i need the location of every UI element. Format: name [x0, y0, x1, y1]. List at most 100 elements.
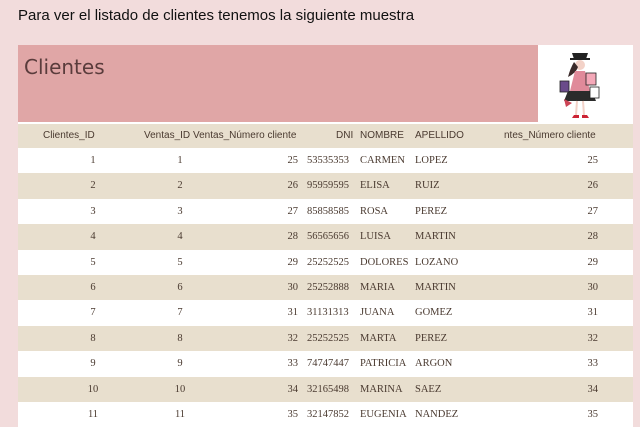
cell-dni: 53535353	[307, 155, 349, 166]
table-row: 7 7 31 31131313 JUANA GOMEZ 31	[18, 300, 633, 325]
cell-ntes-numero-cliente: 31	[587, 307, 599, 319]
table-row: 8 8 32 25252525 MARTA PEREZ 32	[18, 325, 633, 352]
cell-apellido: LOPEZ	[415, 155, 448, 166]
cell-apellido: GOMEZ	[415, 307, 453, 319]
cell-apellido: NANDEZ	[415, 409, 459, 420]
cell-dni: 31131313	[307, 307, 349, 319]
cell-ventas-id: 2	[177, 180, 183, 192]
cell-ventas-id: 6	[177, 282, 183, 293]
cell-ventas-numero-cliente: 32	[287, 332, 299, 344]
cell-clientes-id: 1	[90, 155, 96, 166]
cell-clientes-id: 11	[87, 409, 99, 420]
cell-ventas-id: 4	[177, 231, 183, 243]
cell-nombre: CARMEN	[360, 155, 405, 166]
table-row: 10 10 34 32165498 MARINA SAEZ 34	[18, 376, 633, 402]
cell-nombre: DOLORES	[360, 256, 409, 268]
column-header-clientes-id: Clientes_ID	[43, 130, 95, 141]
column-header-ventas-numero-cliente: Ventas_Número cliente	[193, 130, 297, 141]
cell-ntes-numero-cliente: 27	[587, 205, 599, 217]
table-row: 9 9 33 74747447 PATRICIA ARGON 33	[18, 351, 633, 376]
cell-apellido: RUIZ	[415, 180, 440, 192]
cell-apellido: SAEZ	[415, 383, 442, 395]
cell-ntes-numero-cliente: 35	[587, 409, 599, 420]
table-row: 11 11 35 32147852 EUGENIA NANDEZ 35	[18, 402, 633, 427]
cell-apellido: MARTIN	[415, 231, 456, 243]
woman-with-shopping-bags-icon	[550, 47, 610, 123]
cell-dni: 25252888	[307, 282, 349, 293]
cell-ventas-id: 11	[174, 409, 186, 420]
column-header-ntes-numero-cliente: ntes_Número cliente	[504, 130, 596, 141]
cell-ventas-numero-cliente: 31	[287, 307, 299, 319]
cell-dni: 32147852	[307, 409, 349, 420]
cell-nombre: JUANA	[360, 307, 395, 319]
table-row: 2 2 26 95959595 ELISA RUIZ 26	[18, 173, 633, 199]
cell-ntes-numero-cliente: 32	[587, 332, 599, 344]
cell-apellido: PEREZ	[415, 332, 448, 344]
cell-nombre: MARIA	[360, 282, 396, 293]
cell-clientes-id: 3	[90, 205, 96, 217]
cell-ventas-id: 7	[177, 307, 183, 319]
cell-clientes-id: 10	[87, 383, 99, 395]
cell-ventas-numero-cliente: 30	[287, 282, 299, 293]
cell-nombre: MARINA	[360, 383, 403, 395]
table-row: 3 3 27 85858585 ROSA PEREZ 27	[18, 199, 633, 224]
cell-nombre: LUISA	[360, 231, 391, 243]
cell-ventas-numero-cliente: 33	[287, 358, 299, 370]
cell-ventas-id: 9	[177, 358, 183, 370]
cell-ventas-id: 3	[177, 205, 183, 217]
cell-ventas-numero-cliente: 35	[287, 409, 299, 420]
report-title: Clientes	[24, 55, 105, 79]
column-header-row: Clientes_ID Ventas_ID Ventas_Número clie…	[18, 124, 633, 148]
cell-clientes-id: 5	[90, 256, 96, 268]
cell-apellido: LOZANO	[415, 256, 459, 268]
cell-ventas-numero-cliente: 28	[287, 231, 299, 243]
cell-clientes-id: 6	[90, 282, 96, 293]
cell-ntes-numero-cliente: 30	[587, 282, 599, 293]
cell-ventas-numero-cliente: 25	[287, 155, 299, 166]
table-row: 5 5 29 25252525 DOLORES LOZANO 29	[18, 250, 633, 275]
cell-dni: 56565656	[307, 231, 349, 243]
cell-clientes-id: 4	[90, 231, 96, 243]
cell-apellido: ARGON	[415, 358, 453, 370]
cell-dni: 85858585	[307, 205, 349, 217]
cell-apellido: PEREZ	[415, 205, 448, 217]
cell-apellido: MARTIN	[415, 282, 456, 293]
cell-nombre: ELISA	[360, 180, 390, 192]
clientes-report: Clientes Clientes_ID Ventas_ID Ventas_Nú…	[18, 45, 633, 427]
cell-clientes-id: 7	[90, 307, 96, 319]
cell-clientes-id: 8	[90, 332, 96, 344]
cell-ventas-numero-cliente: 26	[287, 180, 299, 192]
caption-text: Para ver el listado de clientes tenemos …	[18, 7, 415, 24]
table-row: 6 6 30 25252888 MARIA MARTIN 30	[18, 275, 633, 301]
report-header: Clientes	[18, 45, 538, 122]
cell-ventas-numero-cliente: 27	[287, 205, 299, 217]
cell-dni: 25252525	[307, 256, 349, 268]
cell-ventas-id: 1	[177, 155, 183, 166]
cell-nombre: EUGENIA	[360, 409, 407, 420]
table-row: 1 1 25 53535353 CARMEN LOPEZ 25	[18, 148, 633, 173]
cell-ntes-numero-cliente: 28	[587, 231, 599, 243]
table-row: 4 4 28 56565656 LUISA MARTIN 28	[18, 224, 633, 250]
cell-ntes-numero-cliente: 29	[587, 256, 599, 268]
cell-ntes-numero-cliente: 25	[587, 155, 599, 166]
cell-ventas-id: 5	[177, 256, 183, 268]
cell-dni: 32165498	[307, 383, 349, 395]
cell-dni: 74747447	[307, 358, 349, 370]
cell-nombre: PATRICIA	[360, 358, 407, 370]
cell-dni: 95959595	[307, 180, 349, 192]
cell-ntes-numero-cliente: 34	[587, 383, 599, 395]
cell-ventas-numero-cliente: 34	[287, 383, 299, 395]
column-header-apellido: APELLIDO	[415, 130, 464, 141]
cell-nombre: ROSA	[360, 205, 389, 217]
cell-clientes-id: 9	[90, 358, 96, 370]
cell-ntes-numero-cliente: 33	[587, 358, 599, 370]
cell-dni: 25252525	[307, 332, 349, 344]
cell-nombre: MARTA	[360, 332, 397, 344]
column-header-ventas-id: Ventas_ID	[144, 130, 191, 141]
cell-ventas-id: 8	[177, 332, 183, 344]
cell-ventas-id: 10	[174, 383, 186, 395]
cell-clientes-id: 2	[90, 180, 96, 192]
cell-ntes-numero-cliente: 26	[587, 180, 599, 192]
column-header-nombre: NOMBRE	[360, 130, 404, 141]
cell-ventas-numero-cliente: 29	[287, 256, 299, 268]
